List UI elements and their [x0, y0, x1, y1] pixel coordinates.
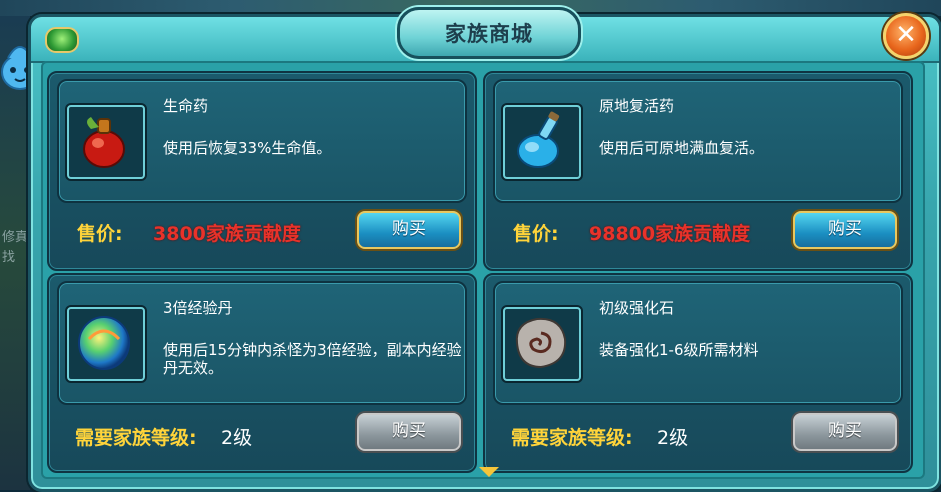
- item-description: 使用后可原地满血复活。: [599, 139, 765, 157]
- item-name: 3倍经验丹: [163, 299, 233, 317]
- requirement-label: 需要家族等级:: [511, 427, 633, 449]
- shop-item-card: 3倍经验丹 使用后15分钟内杀怪为3倍经验，副本内经验丹无效。 需要家族等级: …: [47, 273, 477, 473]
- title-plaque: 家族商城: [397, 7, 581, 59]
- background-text: 修真: [2, 230, 29, 245]
- scroll-down-icon[interactable]: [479, 467, 499, 477]
- item-icon-frame[interactable]: [67, 105, 145, 179]
- item-description: 使用后15分钟内杀怪为3倍经验，副本内经验丹无效。: [163, 341, 462, 377]
- item-icon-frame[interactable]: [503, 105, 581, 179]
- exp-orb-icon: [78, 316, 130, 370]
- background-text: 找: [2, 250, 16, 265]
- window-title: 家族商城: [445, 21, 533, 46]
- red-potion-icon: [83, 117, 125, 168]
- item-icon-frame[interactable]: [503, 307, 581, 381]
- shop-item-grid: 生命药 使用后恢复33%生命值。 售价: 3800家族贡献度 购买 原地复活药: [41, 61, 925, 479]
- item-description: 使用后恢复33%生命值。: [163, 139, 332, 157]
- shop-item-card: 初级强化石 装备强化1-6级所需材料 需要家族等级: 2级 购买: [483, 273, 913, 473]
- item-description: 装备强化1-6级所需材料: [599, 341, 759, 359]
- close-icon: ✕: [895, 20, 917, 50]
- item-name: 初级强化石: [599, 299, 675, 317]
- buy-button[interactable]: 购买: [793, 211, 897, 249]
- buy-button-disabled[interactable]: 购买: [793, 413, 897, 451]
- buy-button-disabled[interactable]: 购买: [357, 413, 461, 451]
- price-label: 售价:: [513, 223, 559, 245]
- price-label: 售价:: [77, 223, 123, 245]
- item-name: 原地复活药: [599, 97, 675, 115]
- family-shop-window: 家族商城 ✕ 生命药 使用后恢复33%生命值。 售价: 3800家族贡献度 购买…: [28, 7, 941, 492]
- item-info-panel: 3倍经验丹 使用后15分钟内杀怪为3倍经验，副本内经验丹无效。: [57, 281, 467, 405]
- green-orb-icon: [45, 27, 79, 53]
- buy-button[interactable]: 购买: [357, 211, 461, 249]
- requirement-label: 需要家族等级:: [75, 427, 197, 449]
- item-info-panel: 初级强化石 装备强化1-6级所需材料: [493, 281, 903, 405]
- price-value: 3800家族贡献度: [153, 223, 301, 245]
- close-button[interactable]: ✕: [883, 13, 929, 59]
- stone-icon: [515, 317, 567, 369]
- window-titlebar: 家族商城 ✕: [31, 7, 939, 63]
- item-info-panel: 生命药 使用后恢复33%生命值。: [57, 79, 467, 203]
- shop-item-card: 原地复活药 使用后可原地满血复活。 售价: 98800家族贡献度 购买: [483, 71, 913, 271]
- blue-potion-icon: [517, 111, 560, 168]
- item-icon-frame[interactable]: [67, 307, 145, 381]
- item-name: 生命药: [163, 97, 209, 115]
- shop-item-card: 生命药 使用后恢复33%生命值。 售价: 3800家族贡献度 购买: [47, 71, 477, 271]
- item-info-panel: 原地复活药 使用后可原地满血复活。: [493, 79, 903, 203]
- requirement-value: 2级: [657, 427, 689, 449]
- price-value: 98800家族贡献度: [589, 223, 751, 245]
- requirement-value: 2级: [221, 427, 253, 449]
